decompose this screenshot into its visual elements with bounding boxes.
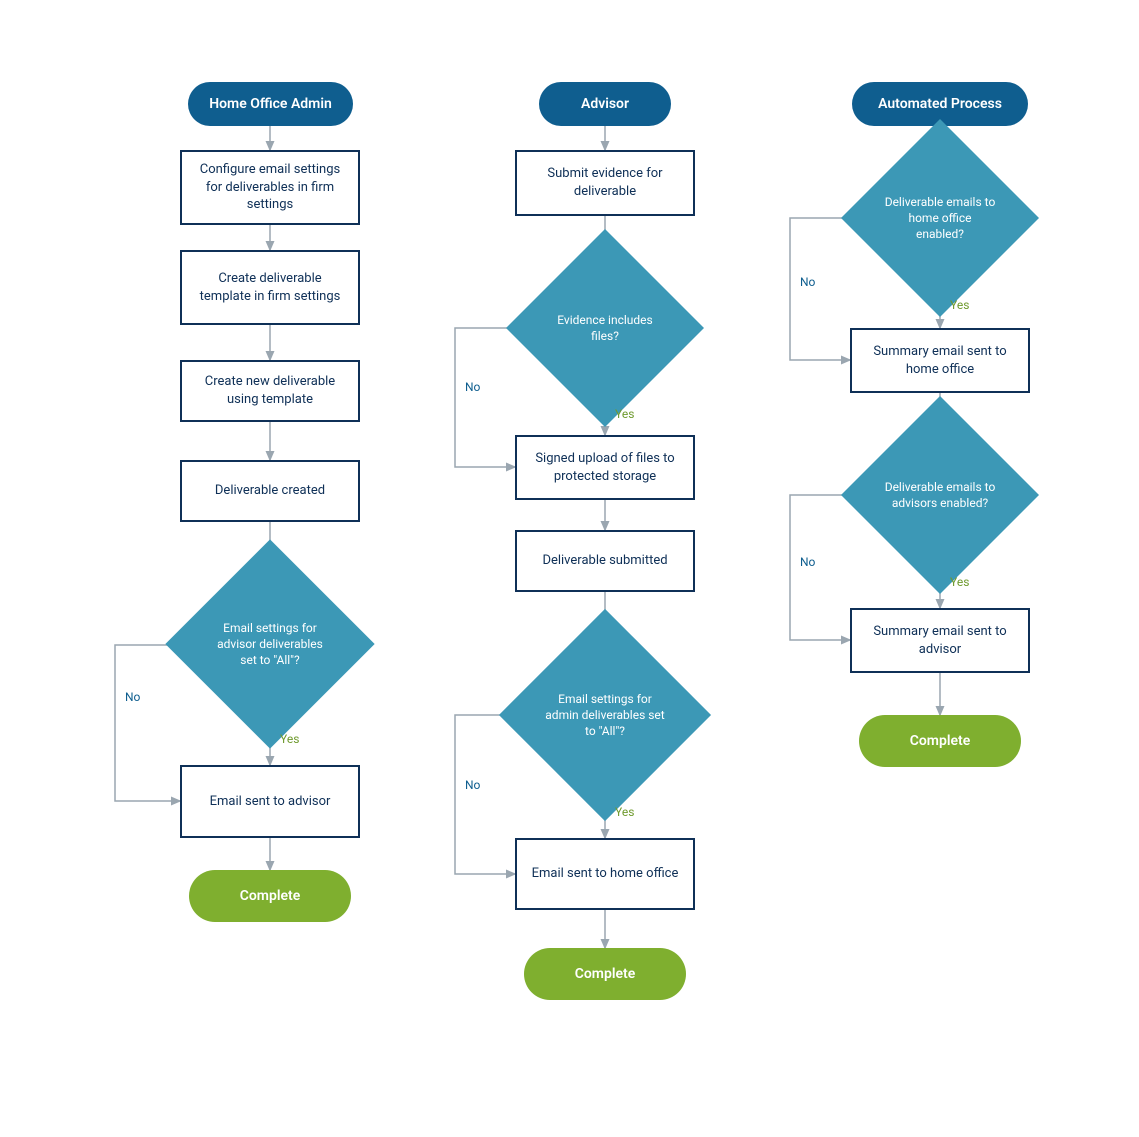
step-email-sent-advisor: Email sent to advisor [180, 765, 360, 838]
label-no: No [465, 778, 480, 792]
step-deliverable-created: Deliverable created [180, 460, 360, 522]
label-yes: Yes [950, 298, 969, 312]
step-complete-admin: Complete [189, 870, 351, 922]
step-signed-upload: Signed upload of files to protected stor… [515, 435, 695, 500]
label-no: No [125, 690, 140, 704]
step-summary-advisor: Summary email sent to advisor [850, 608, 1030, 673]
step-configure-email: Configure email settings for deliverable… [180, 150, 360, 225]
label-no: No [800, 275, 815, 289]
step-complete-advisor: Complete [524, 948, 686, 1000]
label-yes: Yes [280, 732, 299, 746]
lane-title-admin: Home Office Admin [188, 82, 353, 126]
label-yes: Yes [615, 805, 634, 819]
step-email-sent-home: Email sent to home office [515, 838, 695, 910]
decision-advisors-enabled: Deliverable emails to advisors enabled? [870, 425, 1010, 565]
step-summary-home: Summary email sent to home office [850, 328, 1030, 393]
step-submit-evidence: Submit evidence for deliverable [515, 150, 695, 216]
step-create-deliverable: Create new deliverable using template [180, 360, 360, 422]
label-no: No [465, 380, 480, 394]
flowchart-canvas: Home Office Admin Configure email settin… [0, 0, 1139, 1137]
label-no: No [800, 555, 815, 569]
label-yes: Yes [950, 575, 969, 589]
decision-home-enabled: Deliverable emails to home office enable… [870, 148, 1010, 288]
label-yes: Yes [615, 407, 634, 421]
step-complete-auto: Complete [859, 715, 1021, 767]
step-deliverable-submitted: Deliverable submitted [515, 530, 695, 592]
decision-evidence-files: Evidence includes files? [535, 258, 675, 398]
step-create-template: Create deliverable template in firm sett… [180, 250, 360, 325]
lane-title-advisor: Advisor [539, 82, 671, 126]
decision-admin-all: Email settings for admin deliverables se… [530, 640, 680, 790]
decision-advisor-all: Email settings for advisor deliverables … [196, 570, 344, 718]
